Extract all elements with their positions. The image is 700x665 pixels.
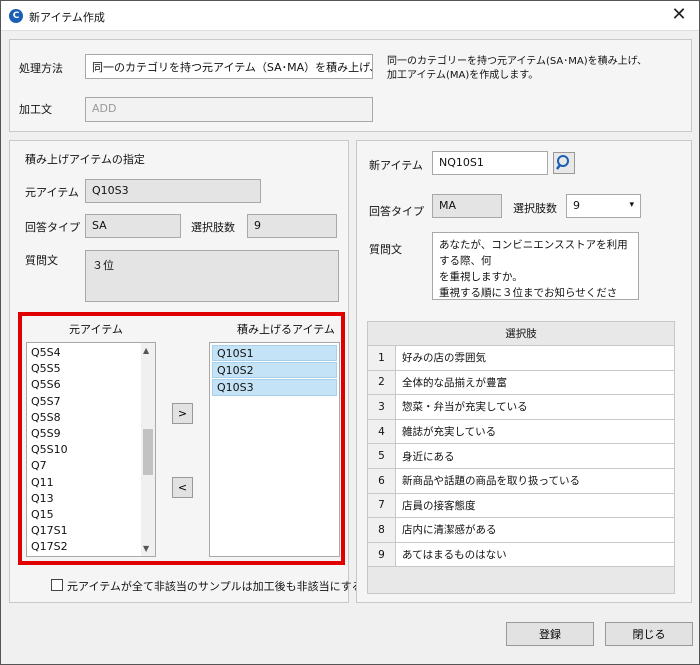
answer-type-field: SA: [85, 214, 181, 238]
close-icon[interactable]: ✕: [665, 3, 693, 27]
list-item[interactable]: Q5S6: [27, 377, 155, 393]
list-item[interactable]: Q5S4: [27, 345, 155, 361]
choices-header: 選択肢: [367, 321, 675, 346]
choice-text: 身近にある: [395, 443, 675, 469]
app-icon: C: [9, 9, 23, 23]
table-row[interactable]: 3 惣菜・弁当が充実している: [367, 394, 675, 420]
table-row[interactable]: 9 あてはまるものはない: [367, 541, 675, 568]
choice-count-label: 選択肢数: [191, 221, 235, 234]
add-item-button[interactable]: >: [172, 403, 193, 424]
table-row[interactable]: 1 好みの店の雰囲気: [367, 345, 675, 371]
source-item-list[interactable]: Q5S4 Q5S5 Q5S6 Q5S7 Q5S8 Q5S9 Q5S10 Q7 Q…: [26, 342, 156, 557]
search-button[interactable]: [553, 152, 575, 174]
choice-number: 9: [367, 541, 396, 568]
register-button[interactable]: 登録: [506, 622, 594, 646]
table-row[interactable]: 2 全体的な品揃えが豊富: [367, 369, 675, 396]
source-item-field: Q10S3: [85, 179, 261, 203]
table-row[interactable]: 4 雑誌が充実している: [367, 418, 675, 445]
question-line: 重視する順に３位までお知らせください。: [439, 287, 618, 299]
choice-text: 店内に清潔感がある: [395, 517, 675, 543]
table-row[interactable]: 6 新商品や話題の商品を取り扱っている: [367, 467, 675, 494]
answer-type-label: 回答タイプ: [25, 221, 80, 234]
choice-text: 店員の接客態度: [395, 492, 675, 519]
list-item[interactable]: Q15: [27, 507, 155, 523]
list-item[interactable]: Q5S7: [27, 394, 155, 410]
scroll-up-icon[interactable]: ▲: [143, 346, 149, 355]
new-answer-type-field: MA: [432, 194, 502, 218]
list-item[interactable]: Q10S2: [212, 362, 337, 379]
question-label: 質問文: [25, 254, 58, 267]
scroll-thumb[interactable]: [143, 429, 153, 475]
new-question-label: 質問文: [369, 243, 402, 256]
choice-number: 5: [367, 443, 396, 469]
choice-text: 雑誌が充実している: [395, 418, 675, 445]
choice-number: 6: [367, 467, 396, 494]
scroll-down-icon[interactable]: ▼: [143, 544, 149, 553]
choice-count-value: 9: [573, 199, 580, 212]
choice-text: 好みの店の雰囲気: [395, 345, 675, 371]
list-item[interactable]: Q10S1: [212, 345, 337, 362]
source-list-header: 元アイテム: [69, 323, 123, 336]
nonapplicable-checkbox-label: 元アイテムが全て非該当のサンプルは加工後も非該当にする: [67, 580, 363, 593]
processed-text-label: 加工文: [19, 103, 52, 116]
list-item[interactable]: Q7: [27, 458, 155, 474]
table-row[interactable]: 8 店内に清潔感がある: [367, 517, 675, 543]
stack-spec-heading: 積み上げアイテムの指定: [25, 153, 145, 166]
choices-table: 選択肢 1 好みの店の雰囲気 2 全体的な品揃えが豊富 3 惣菜・弁当が充実している …: [367, 321, 675, 568]
source-list-scrollbar[interactable]: ▲ ▼: [141, 343, 155, 556]
new-item-label: 新アイテム: [369, 159, 423, 172]
new-item-field[interactable]: NQ10S1: [432, 151, 548, 175]
source-item-label: 元アイテム: [25, 186, 79, 199]
choice-number: 8: [367, 517, 396, 543]
chevron-down-icon: ▾: [629, 200, 634, 210]
method-label: 処理方法: [19, 62, 63, 75]
question-field: ３位: [85, 250, 339, 302]
new-item-dialog: C 新アイテム作成 ✕ 処理方法 同一のカテゴリを持つ元アイテム（SA･MA）を…: [0, 0, 700, 665]
choice-number: 3: [367, 394, 396, 420]
method-description-2: 加工アイテム(MA)を作成します。: [387, 70, 539, 81]
question-line: あなたが、コンビニエンスストアを利用する際、何: [439, 239, 628, 267]
processed-text-field[interactable]: ADD: [85, 97, 373, 122]
choice-text: 全体的な品揃えが豊富: [395, 369, 675, 396]
choice-count-field: 9: [247, 214, 337, 238]
choice-number: 7: [367, 492, 396, 519]
method-field[interactable]: 同一のカテゴリを持つ元アイテム（SA･MA）を積み上げ、MAアイテ: [85, 54, 373, 79]
list-item[interactable]: Q10S3: [212, 379, 337, 396]
choice-text: あてはまるものはない: [395, 541, 675, 568]
choice-number: 2: [367, 369, 396, 396]
list-item[interactable]: Q5S9: [27, 426, 155, 442]
remove-item-button[interactable]: <: [172, 477, 193, 498]
new-choice-count-select[interactable]: 9 ▾: [566, 194, 641, 218]
list-item[interactable]: Q5S10: [27, 442, 155, 458]
table-row[interactable]: 7 店員の接客態度: [367, 492, 675, 519]
list-item[interactable]: Q5S5: [27, 361, 155, 377]
list-item[interactable]: Q11: [27, 475, 155, 491]
method-description-1: 同一のカテゴリーを持つ元アイテム(SA･MA)を積み上げ、: [387, 56, 647, 67]
list-item[interactable]: Q17S1: [27, 523, 155, 539]
window-title: 新アイテム作成: [29, 11, 105, 24]
choice-text: 惣菜・弁当が充実している: [395, 394, 675, 420]
search-icon: [556, 155, 569, 170]
question-line: を重視しますか。: [439, 271, 523, 283]
target-item-list[interactable]: Q10S1 Q10S2 Q10S3: [209, 342, 340, 557]
close-button[interactable]: 閉じる: [605, 622, 693, 646]
choice-text: 新商品や話題の商品を取り扱っている: [395, 467, 675, 494]
new-choice-count-label: 選択肢数: [513, 202, 557, 215]
choice-number: 1: [367, 345, 396, 371]
new-answer-type-label: 回答タイプ: [369, 205, 424, 218]
choice-number: 4: [367, 418, 396, 445]
title-bar: C 新アイテム作成 ✕: [1, 1, 699, 31]
list-item[interactable]: Q13: [27, 491, 155, 507]
list-item[interactable]: Q17S2: [27, 539, 155, 555]
list-item[interactable]: Q5S8: [27, 410, 155, 426]
new-question-field[interactable]: あなたが、コンビニエンスストアを利用する際、何 を重視しますか。 重視する順に３…: [432, 232, 639, 300]
nonapplicable-checkbox[interactable]: [51, 579, 63, 591]
target-list-header: 積み上げるアイテム: [237, 323, 335, 336]
table-row[interactable]: 5 身近にある: [367, 443, 675, 469]
